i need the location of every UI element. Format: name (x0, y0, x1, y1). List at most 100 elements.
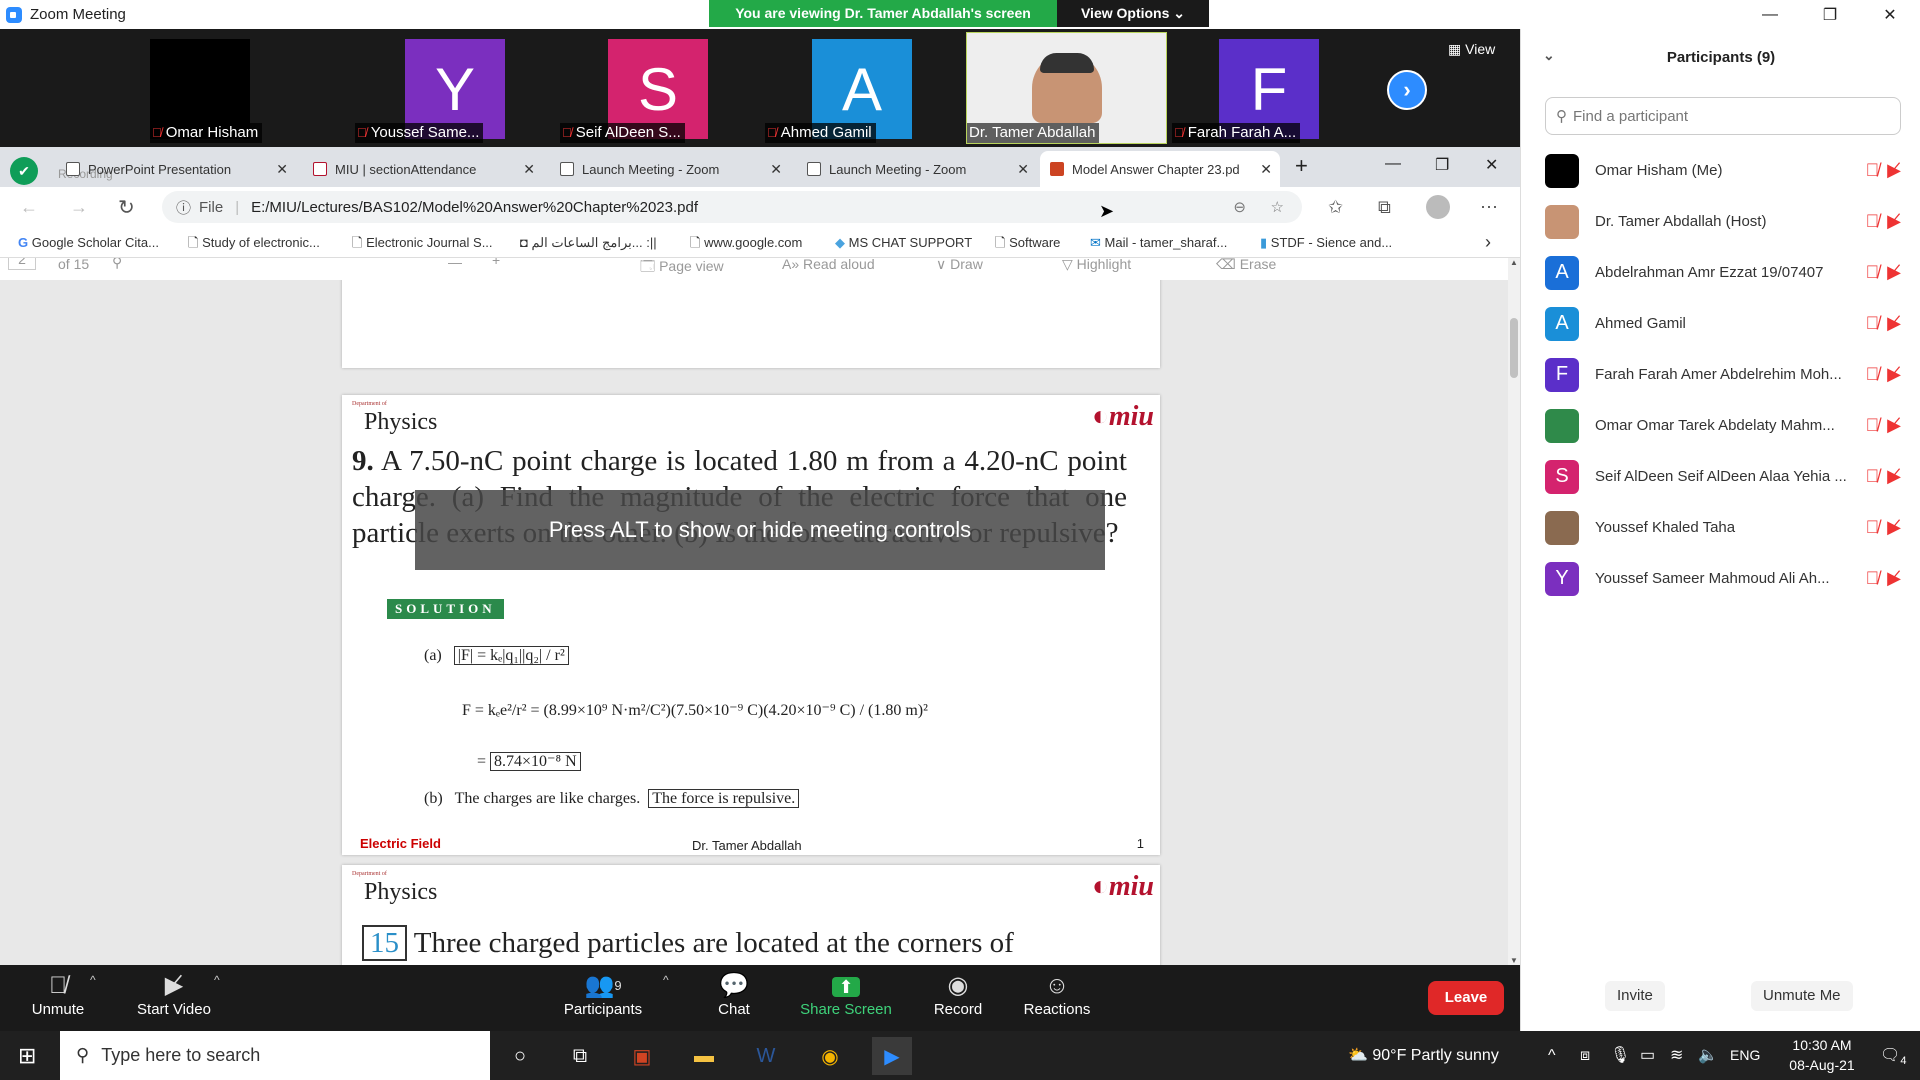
forward-icon[interactable]: → (70, 197, 88, 218)
clock[interactable]: 10:30 AM 08-Aug-21 (1772, 1035, 1872, 1075)
chrome-icon[interactable]: ◉ (810, 1037, 850, 1075)
bookmark-item[interactable]: ◘ برامج الساعات الم... :|| (520, 227, 657, 258)
bookmark-item[interactable]: ▮ STDF - Sience and... (1260, 227, 1392, 258)
powerpoint-icon[interactable]: ▣ (622, 1037, 662, 1075)
tab-zoom-launch[interactable]: Launch Meeting - Zoom ✕ (550, 151, 790, 187)
scroll-down-icon[interactable]: ▼ (1510, 956, 1518, 965)
more-menu-icon[interactable]: ⋯ (1480, 197, 1498, 218)
collections-icon[interactable]: ⧉ (1378, 197, 1391, 218)
windows-start-icon[interactable]: ⊞ (18, 1043, 36, 1069)
next-page-icon[interactable]: › (1387, 70, 1427, 110)
zoom-out-icon[interactable]: — (448, 258, 462, 270)
invite-button[interactable]: Invite (1605, 981, 1665, 1011)
chat-button[interactable]: 💬 Chat (684, 971, 784, 1018)
minimize-button[interactable]: — (1740, 0, 1800, 29)
tab-attendance[interactable]: MIU | sectionAttendance ✕ (303, 151, 543, 187)
participant-row[interactable]: F Farah Farah Amer Abdelrehim Moh... 🎙̸ ▶̸ (1521, 349, 1920, 400)
leave-button[interactable]: Leave (1428, 981, 1504, 1015)
url-field[interactable]: ⓘ File | E:/MIU/Lectures/BAS102/Model%20… (162, 191, 1302, 223)
close-button[interactable]: ✕ (1860, 0, 1920, 29)
participants-button[interactable]: 👥9 Participants (553, 971, 653, 1018)
close-tab-icon[interactable]: ✕ (1260, 161, 1272, 178)
wifi-icon[interactable]: ≋ (1670, 1031, 1683, 1080)
bookmark-item[interactable]: 🗋 Electronic Journal S... (352, 227, 493, 258)
browser-minimize-button[interactable]: — (1385, 155, 1401, 173)
tab-zoom-launch[interactable]: Launch Meeting - Zoom ✕ (797, 151, 1037, 187)
participant-row[interactable]: S Seif AlDeen Seif AlDeen Alaa Yehia ... 🎙… (1521, 451, 1920, 502)
participant-row[interactable]: A Ahmed Gamil 🎙̸ ▶̸ (1521, 298, 1920, 349)
bookmark-item[interactable]: ◆ MS CHAT SUPPORT (835, 227, 972, 258)
view-button[interactable]: ▦ View (1448, 41, 1495, 58)
bookmark-item[interactable]: 🗋 Software (995, 227, 1060, 258)
bookmark-item[interactable]: 🗋 www.google.com (690, 227, 802, 258)
favorites-icon[interactable]: ✩ (1328, 197, 1343, 218)
back-icon[interactable]: ← (20, 197, 38, 218)
audio-options-chevron-icon[interactable]: ^ (90, 973, 96, 987)
tab-pdf[interactable]: Model Answer Chapter 23.pd ✕ (1040, 151, 1280, 187)
participant-search-input[interactable]: ⚲ Find a participant (1545, 97, 1901, 135)
meet-now-icon[interactable]: ⧈ (1580, 1031, 1590, 1080)
cortana-icon[interactable]: ○ (500, 1037, 540, 1075)
maximize-button[interactable]: ❐ (1800, 0, 1860, 29)
video-options-chevron-icon[interactable]: ^ (214, 973, 220, 987)
muted-mic-icon: 🎙̸ (1865, 415, 1880, 435)
new-tab-icon[interactable]: + (1295, 153, 1308, 179)
tray-chevron-icon[interactable]: ^ (1548, 1031, 1556, 1080)
erase-label: Erase (1239, 258, 1277, 272)
bookmarks-more-icon[interactable]: › (1485, 227, 1491, 258)
file-explorer-icon[interactable]: ▬ (684, 1037, 724, 1075)
close-tab-icon[interactable]: ✕ (1017, 161, 1029, 178)
volume-icon[interactable]: 🔈 (1698, 1031, 1718, 1080)
pdf-viewer[interactable]: Department of Physics ◐miu 9. A 7.50-nC … (0, 280, 1508, 965)
bookmark-item[interactable]: G Google Scholar Cita... (18, 227, 159, 258)
profile-avatar[interactable] (1426, 195, 1450, 219)
browser-restore-button[interactable]: ❐ (1435, 155, 1449, 175)
notifications-icon[interactable]: 🗨4 (1880, 1031, 1906, 1080)
participant-row[interactable]: Youssef Khaled Taha 🎙̸ ▶̸ (1521, 502, 1920, 553)
task-view-icon[interactable]: ⧉ (560, 1037, 600, 1075)
zoom-in-icon[interactable]: + (492, 258, 500, 268)
battery-icon[interactable]: ▭ (1640, 1031, 1655, 1080)
shield-icon[interactable]: ✔ (10, 157, 38, 185)
close-tab-icon[interactable]: ✕ (770, 161, 782, 178)
reload-icon[interactable]: ↻ (118, 195, 135, 220)
pdf-scrollbar[interactable]: ▲ ▼ (1508, 258, 1520, 965)
pdf-search-icon[interactable]: ⚲ (112, 258, 122, 271)
formula-box: |F| = kₑ|q₁||q₂| / r² (453, 646, 569, 665)
microphone-icon[interactable]: 🎙 (1610, 1031, 1630, 1080)
participant-row[interactable]: Y Youssef Sameer Mahmoud Ali Ah... 🎙̸ ▶̸ (1521, 553, 1920, 604)
tab-powerpoint[interactable]: PowerPoint Presentation ✕ (56, 151, 296, 187)
scroll-thumb[interactable] (1510, 318, 1518, 378)
read-aloud-button[interactable]: A» Read aloud (782, 258, 875, 272)
language-indicator[interactable]: ENG (1730, 1031, 1760, 1080)
page-view-button[interactable]: 🗔 Page view (640, 258, 724, 280)
taskbar-search-input[interactable]: ⚲ Type here to search (60, 1031, 490, 1080)
scroll-up-icon[interactable]: ▲ (1510, 258, 1518, 267)
add-favorite-icon[interactable]: ☆ (1271, 198, 1284, 216)
page-number-input[interactable]: 2 (8, 258, 36, 270)
share-screen-button[interactable]: ⬆ Share Screen (796, 971, 896, 1018)
reactions-button[interactable]: ☺ Reactions (1007, 971, 1107, 1018)
participants-options-chevron-icon[interactable]: ^ (663, 973, 669, 987)
erase-button[interactable]: ⌫ Erase (1216, 258, 1276, 273)
bookmark-item[interactable]: ✉ Mail - tamer_sharaf... (1090, 227, 1227, 258)
weather-widget[interactable]: ⛅ 90°F Partly sunny (1348, 1031, 1499, 1080)
highlight-button[interactable]: ▽ Highlight (1062, 258, 1131, 273)
word-icon[interactable]: W (746, 1037, 786, 1075)
participant-row[interactable]: Omar Omar Tarek Abdelaty Mahm... 🎙̸ ▶̸ (1521, 400, 1920, 451)
zoom-app-icon[interactable]: ▶ (872, 1037, 912, 1075)
record-button[interactable]: ◉ Record (908, 971, 1008, 1018)
participant-row[interactable]: Dr. Tamer Abdallah (Host) 🎙̸ ▶̸ (1521, 196, 1920, 247)
chevron-down-icon[interactable]: ⌄ (1543, 47, 1555, 64)
participant-row[interactable]: A Abdelrahman Amr Ezzat 19/07407 🎙̸ ▶̸ (1521, 247, 1920, 298)
draw-button[interactable]: ∨ Draw (936, 258, 983, 273)
start-video-button[interactable]: ▶̸ Start Video (124, 971, 224, 1018)
close-tab-icon[interactable]: ✕ (276, 161, 288, 178)
browser-close-button[interactable]: ✕ (1485, 155, 1498, 175)
participant-row[interactable]: Omar Hisham (Me) 🎙̸ ▶̸ (1521, 145, 1920, 196)
close-tab-icon[interactable]: ✕ (523, 161, 535, 178)
view-options-button[interactable]: View Options ⌄ (1057, 0, 1209, 27)
zoom-out-icon[interactable]: ⊖ (1233, 198, 1246, 216)
bookmark-item[interactable]: 🗋 Study of electronic... (188, 227, 320, 258)
unmute-me-button[interactable]: Unmute Me (1751, 981, 1853, 1011)
